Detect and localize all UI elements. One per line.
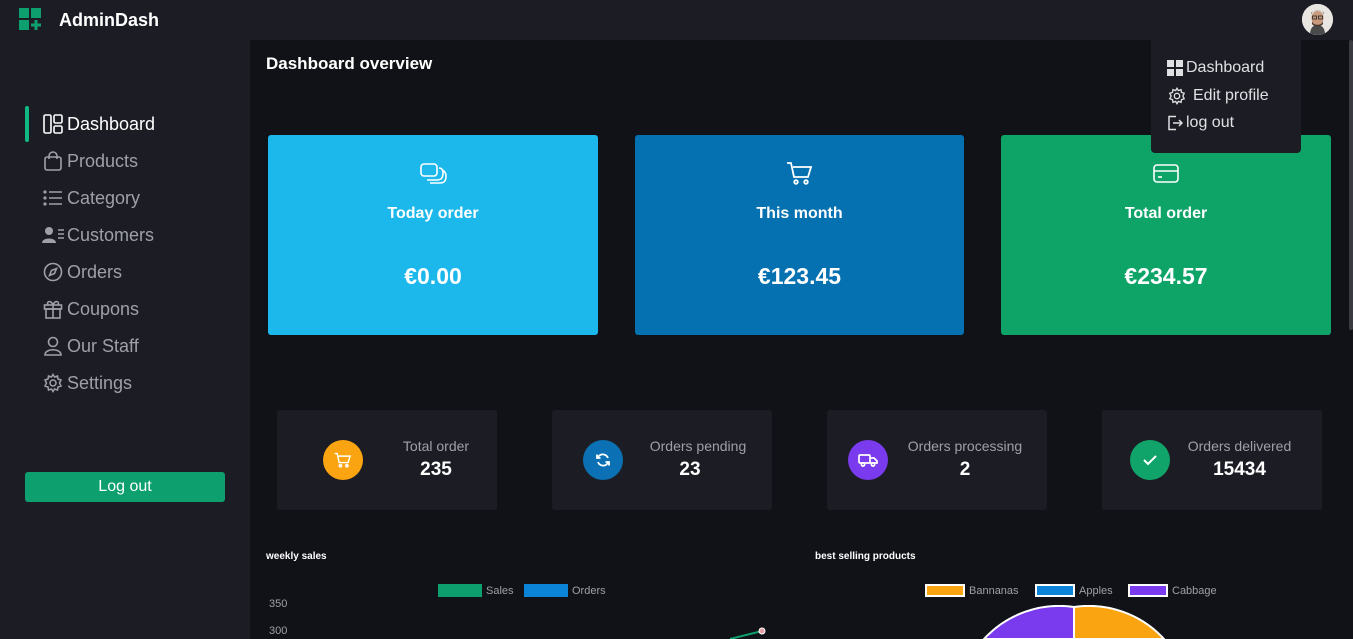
credit-card-icon	[1153, 164, 1179, 183]
sidebar-item-category[interactable]: Category	[25, 182, 225, 214]
avatar-icon[interactable]	[1302, 4, 1333, 35]
total-order-card: Total order €234.57	[1001, 135, 1331, 335]
dropdown-item-log-out[interactable]: log out	[1166, 114, 1234, 132]
truck-icon	[848, 440, 888, 480]
page-title: Dashboard overview	[266, 54, 433, 73]
sidebar-item-customers[interactable]: Customers	[25, 219, 225, 251]
card-value: €0.00	[404, 263, 462, 289]
legend-swatch	[524, 584, 568, 597]
dropdown-item-dashboard[interactable]: Dashboard	[1166, 59, 1264, 77]
grid-icon	[1166, 59, 1184, 77]
stat-label: Orders delivered	[1187, 438, 1292, 454]
sales-line	[729, 627, 766, 639]
y-tick: 350	[269, 598, 288, 610]
pie-chart	[982, 605, 1166, 639]
stat-label: Orders processing	[907, 438, 1023, 454]
stat-value: 23	[679, 459, 701, 480]
grid-icon	[42, 113, 64, 135]
layers-icon	[420, 163, 447, 184]
profile-dropdown: Dashboard Edit profile log out	[1151, 40, 1301, 153]
stat-orders-processing: Orders processing 2	[827, 410, 1047, 510]
legend-orders[interactable]: Orders	[524, 584, 606, 597]
logout-icon	[1166, 114, 1184, 132]
this-month-card: This month €123.45	[635, 135, 964, 335]
gear-icon	[1166, 87, 1188, 105]
legend-swatch	[1035, 584, 1075, 597]
sidebar-item-coupons[interactable]: Coupons	[25, 293, 225, 325]
users-icon	[42, 224, 64, 246]
sidebar-item-label: Our Staff	[67, 335, 139, 356]
legend-bannanas[interactable]: Bannanas	[925, 584, 1019, 597]
stat-value: 235	[420, 459, 452, 480]
top-bar: AdminDash	[0, 0, 1353, 40]
stat-label: Orders pending	[649, 438, 747, 454]
card-value: €123.45	[757, 263, 842, 289]
bag-icon	[42, 150, 64, 172]
sidebar-item-our-staff[interactable]: Our Staff	[25, 330, 225, 362]
dropdown-item-label: Edit profile	[1193, 87, 1269, 104]
refresh-icon	[583, 440, 623, 480]
legend-label: Cabbage	[1172, 584, 1217, 597]
sidebar-item-dashboard[interactable]: Dashboard	[25, 106, 225, 142]
legend-swatch	[1128, 584, 1168, 597]
legend-label: Apples	[1079, 584, 1113, 597]
stat-label: Total order	[402, 438, 470, 454]
legend-cabbage[interactable]: Cabbage	[1128, 584, 1217, 597]
stat-orders-delivered: Orders delivered 15434	[1102, 410, 1322, 510]
card-title: Today order	[387, 205, 479, 222]
legend-swatch	[438, 584, 482, 597]
sidebar: Dashboard Products Category Customers Or…	[0, 40, 250, 639]
sidebar-item-label: Settings	[67, 372, 133, 393]
compass-icon	[42, 261, 64, 283]
sidebar-item-products[interactable]: Products	[25, 145, 225, 177]
sidebar-item-label: Coupons	[67, 298, 140, 319]
scrollbar[interactable]	[1349, 40, 1353, 330]
legend-label: Orders	[572, 584, 606, 597]
dropdown-item-edit-profile[interactable]: Edit profile	[1166, 87, 1269, 105]
gift-icon	[42, 298, 64, 320]
list-icon	[42, 187, 64, 209]
dropdown-item-label: log out	[1186, 114, 1235, 131]
legend-swatch	[925, 584, 965, 597]
legend-label: Sales	[486, 584, 514, 597]
sidebar-item-orders[interactable]: Orders	[25, 256, 225, 288]
legend-label: Bannanas	[969, 584, 1019, 597]
today-order-card: Today order €0.00	[268, 135, 598, 335]
stat-value: 2	[959, 459, 971, 480]
legend-apples[interactable]: Apples	[1035, 584, 1113, 597]
stat-total-order: Total order 235	[277, 410, 497, 510]
sidebar-item-settings[interactable]: Settings	[25, 367, 225, 399]
sidebar-item-label: Orders	[67, 261, 123, 282]
y-tick: 300	[269, 625, 288, 637]
stat-orders-pending: Orders pending 23	[552, 410, 772, 510]
app-name: AdminDash	[59, 10, 160, 30]
logo-icon	[19, 8, 41, 30]
card-title: Total order	[1124, 205, 1208, 222]
gear-icon	[42, 372, 64, 394]
sidebar-item-label: Customers	[67, 224, 155, 245]
sidebar-item-label: Products	[67, 150, 139, 171]
cart-icon	[786, 162, 812, 185]
user-icon	[42, 335, 64, 357]
card-title: This month	[756, 205, 843, 222]
weekly-sales-title: weekly sales	[266, 551, 327, 562]
dropdown-item-label: Dashboard	[1186, 59, 1265, 76]
stat-value: 15434	[1213, 459, 1266, 480]
logout-button[interactable]: Log out	[25, 472, 225, 502]
sidebar-item-label: Dashboard	[67, 113, 156, 134]
sidebar-item-label: Category	[67, 187, 141, 208]
card-value: €234.57	[1124, 263, 1208, 289]
check-icon	[1130, 440, 1170, 480]
cart-icon	[323, 440, 363, 480]
best-selling-title: best selling products	[815, 551, 916, 562]
legend-sales[interactable]: Sales	[438, 584, 514, 597]
